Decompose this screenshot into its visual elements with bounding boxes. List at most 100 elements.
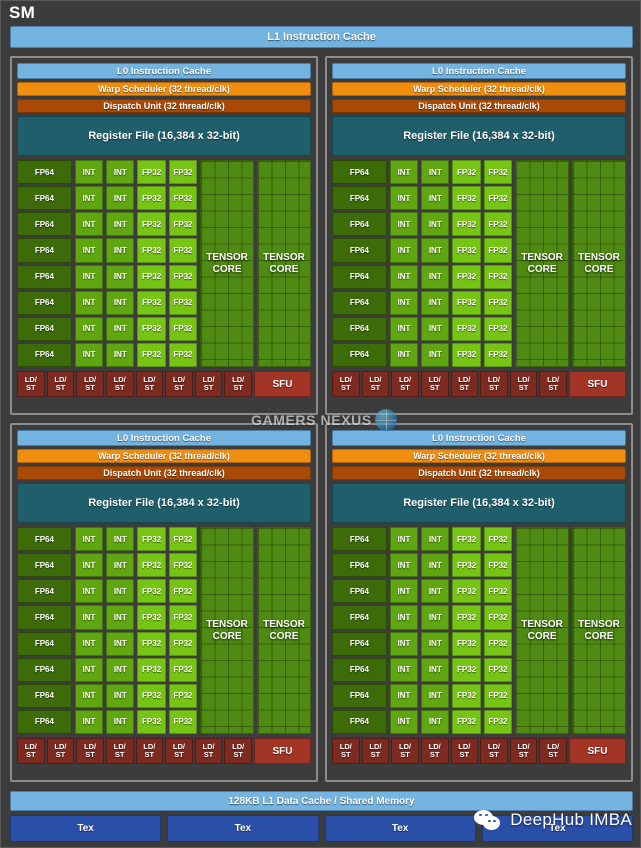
warp-scheduler-block: Warp Scheduler (32 thread/clk) (17, 449, 311, 463)
core-grid: FP64 FP64 FP64 FP64 FP64 FP64 FP64 FP64 INT INT IN… (17, 527, 311, 734)
tensor-core: TENSOR CORE (515, 160, 570, 367)
core-grid: FP64 FP64 FP64 FP64 FP64 FP64 FP64 FP64 INT INT IN… (332, 527, 626, 734)
fp64-column: FP64 FP64 FP64 FP64 FP64 FP64 FP64 FP64 (17, 160, 72, 367)
fp32-core: FP32 (137, 657, 166, 682)
ld-st-label-line2: ST (459, 383, 470, 392)
int-column: INT INT INT INT INT INT INT INT (74, 160, 104, 367)
fp32-core: FP32 (483, 605, 513, 630)
int-core: INT (389, 527, 419, 552)
fp64-core: FP64 (332, 553, 387, 578)
int-core: INT (389, 683, 419, 708)
fp32-core: FP32 (483, 631, 513, 656)
sm-architecture-diagram: SM L1 Instruction Cache L0 Instruction C… (0, 0, 641, 848)
fp32-core: FP32 (137, 264, 166, 289)
fp32-core: FP32 (168, 342, 198, 367)
ld-st-unit: LD/ST (165, 738, 193, 764)
sfu-unit: SFU (569, 371, 626, 397)
ld-st-label-line2: ST (233, 383, 243, 392)
fp32-core: FP32 (168, 264, 198, 289)
ld-st-label-line2: ST (341, 383, 351, 392)
tensor-core-label: TENSOR CORE (206, 619, 248, 642)
tensor-core-label-line1: TENSOR (206, 619, 248, 630)
fp32-core: FP32 (483, 238, 513, 263)
fp64-column: FP64 FP64 FP64 FP64 FP64 FP64 FP64 FP64 (332, 527, 387, 734)
fp32-core: FP32 (483, 316, 513, 341)
fp32-core: FP32 (452, 212, 481, 237)
fp32-core: FP32 (137, 186, 166, 211)
int-core: INT (389, 186, 419, 211)
int-core: INT (389, 605, 419, 630)
fp32-core: FP32 (452, 316, 481, 341)
fp32-core: FP32 (483, 709, 513, 734)
int-column: INT INT INT INT INT INT INT INT (106, 527, 135, 734)
tensor-core: TENSOR CORE (572, 527, 626, 734)
int-core: INT (106, 657, 135, 682)
fp32-core: FP32 (137, 316, 166, 341)
fp64-core: FP64 (332, 631, 387, 656)
fp32-core: FP32 (137, 290, 166, 315)
int-core: INT (106, 238, 135, 263)
register-file-block: Register File (16,384 x 32-bit) (332, 483, 626, 523)
int-core: INT (74, 316, 104, 341)
ld-st-label-line2: ST (26, 383, 36, 392)
ld-st-unit: LD/ST (450, 371, 479, 397)
int-core: INT (74, 160, 104, 185)
int-core: INT (421, 709, 450, 734)
fp64-core: FP64 (17, 683, 72, 708)
fp64-core: FP64 (332, 264, 387, 289)
fp32-core: FP32 (452, 683, 481, 708)
int-core: INT (421, 631, 450, 656)
ld-st-unit: LD/ST (391, 371, 419, 397)
ld-st-unit: LD/ST (509, 371, 538, 397)
ld-st-label-line2: ST (144, 383, 155, 392)
int-column: INT INT INT INT INT INT INT INT (74, 527, 104, 734)
fp32-core: FP32 (483, 290, 513, 315)
tensor-core: TENSOR CORE (515, 527, 570, 734)
ld-st-label-line2: ST (370, 750, 381, 759)
warp-scheduler-block: Warp Scheduler (32 thread/clk) (332, 449, 626, 463)
core-grid: FP64 FP64 FP64 FP64 FP64 FP64 FP64 FP64 INT INT IN… (332, 160, 626, 367)
fp64-core: FP64 (332, 342, 387, 367)
fp64-column: FP64 FP64 FP64 FP64 FP64 FP64 FP64 FP64 (17, 527, 72, 734)
ld-st-unit: LD/ST (361, 738, 390, 764)
fp32-core: FP32 (168, 527, 198, 552)
ld-st-label-line2: ST (400, 750, 410, 759)
int-core: INT (421, 264, 450, 289)
fp64-core: FP64 (17, 316, 72, 341)
int-core: INT (106, 290, 135, 315)
ld-st-unit: LD/ST (480, 738, 508, 764)
fp32-core: FP32 (483, 553, 513, 578)
int-core: INT (74, 579, 104, 604)
int-column: INT INT INT INT INT INT INT INT (421, 160, 450, 367)
fp32-core: FP32 (483, 683, 513, 708)
tensor-core-label: TENSOR CORE (206, 252, 248, 275)
int-core: INT (74, 553, 104, 578)
ld-st-label-line2: ST (114, 750, 125, 759)
ld-st-label-line2: ST (518, 750, 529, 759)
int-core: INT (106, 186, 135, 211)
fp32-core: FP32 (452, 186, 481, 211)
fp32-core: FP32 (483, 264, 513, 289)
ld-st-label-line2: ST (518, 383, 529, 392)
fp32-core: FP32 (483, 186, 513, 211)
int-core: INT (421, 579, 450, 604)
ld-st-unit: LD/ST (539, 738, 567, 764)
int-core: INT (421, 238, 450, 263)
ld-st-unit: LD/ST (135, 371, 164, 397)
ld-st-unit: LD/ST (509, 738, 538, 764)
int-core: INT (421, 605, 450, 630)
fp32-core: FP32 (483, 579, 513, 604)
ld-st-label-line2: ST (174, 383, 184, 392)
ld-st-label-line2: ST (548, 750, 558, 759)
int-core: INT (389, 290, 419, 315)
fp32-column: FP32 FP32 FP32 FP32 FP32 FP32 FP32 FP32 (168, 160, 198, 367)
int-core: INT (106, 579, 135, 604)
int-core: INT (389, 212, 419, 237)
int-core: INT (74, 186, 104, 211)
int-core: INT (106, 527, 135, 552)
ld-st-label-line2: ST (233, 750, 243, 759)
tensor-core-label-line2: CORE (269, 263, 299, 275)
tensor-core: TENSOR CORE (257, 160, 311, 367)
fp32-column: FP32 FP32 FP32 FP32 FP32 FP32 FP32 FP32 (168, 527, 198, 734)
ld-st-label-line2: ST (85, 383, 95, 392)
